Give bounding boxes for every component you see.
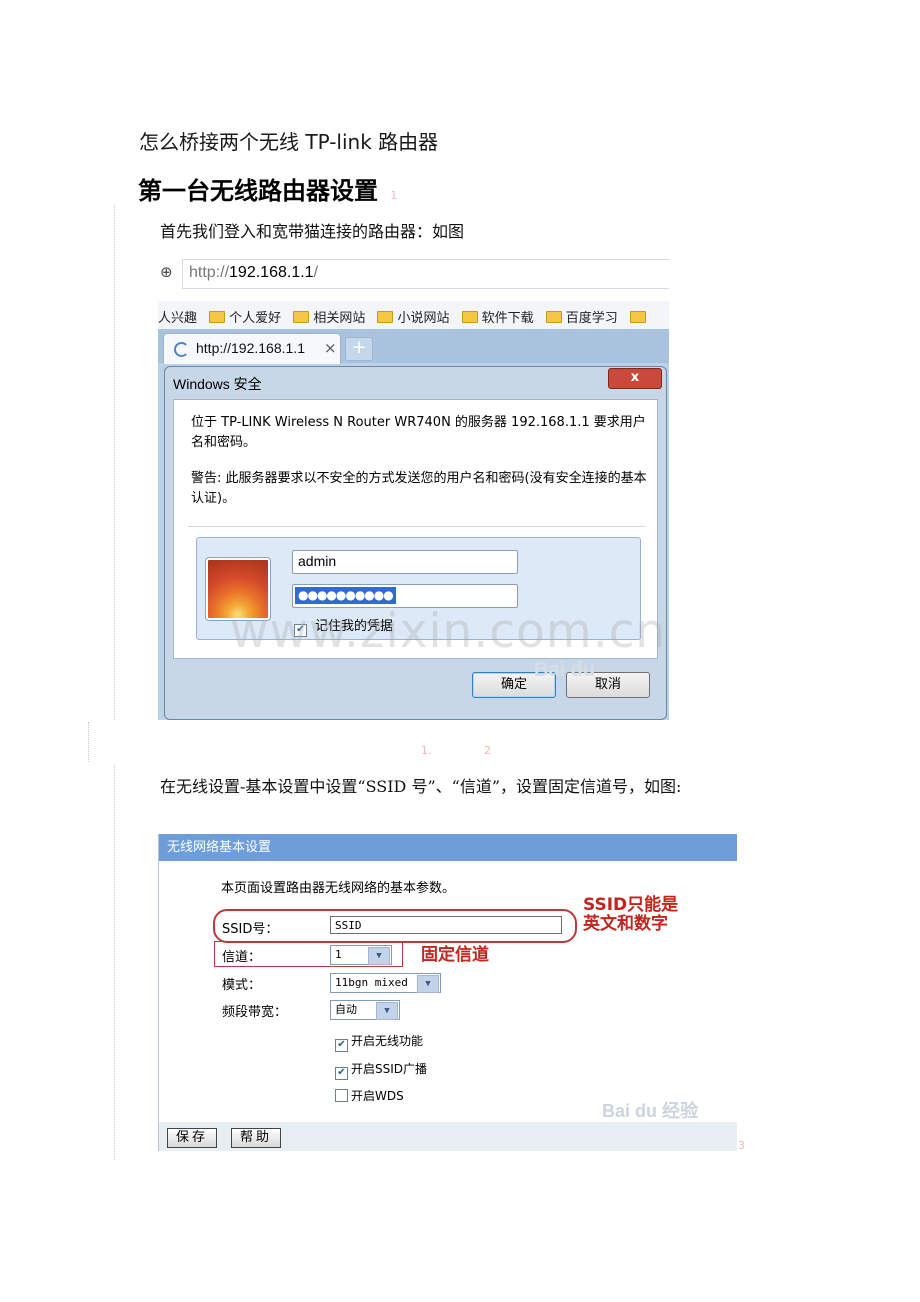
section-heading: 第一台无线路由器设置 1 bbox=[138, 171, 397, 206]
step2-paragraph: 在无线设置-基本设置中设置“SSID 号”、“信道”，设置固定信道号，如图: bbox=[160, 777, 682, 796]
bookmark-label: 相关网站 bbox=[313, 311, 366, 326]
enable-wds-label: 开启WDS bbox=[351, 1089, 404, 1103]
ssid-note-line1: SSID只能是 bbox=[583, 895, 679, 915]
enable-wireless-label: 开启无线功能 bbox=[351, 1034, 424, 1048]
browser-tab[interactable]: http://192.168.1.1 × bbox=[163, 333, 341, 364]
folder-icon bbox=[377, 311, 394, 323]
new-tab-button[interactable]: + bbox=[345, 337, 373, 361]
chevron-down-icon: ▼ bbox=[376, 1002, 398, 1020]
bookmarks-bar: 人兴趣 个人爱好 相关网站 小说网站 软件下载 百度学习 bbox=[158, 301, 669, 330]
channel-note: 固定信道 bbox=[421, 945, 489, 965]
mode-select[interactable]: 11bgn mixed ▼ bbox=[330, 973, 441, 993]
section-heading-text: 第一台无线路由器设置 bbox=[138, 177, 378, 205]
bookmark-item[interactable]: 百度学习 bbox=[545, 307, 618, 326]
panel-description: 本页面设置路由器无线网络的基本参数。 bbox=[221, 881, 456, 896]
bookmark-item[interactable]: 个人爱好 bbox=[209, 307, 281, 326]
tab-strip: http://192.168.1.1 × + bbox=[158, 329, 669, 364]
channel-highlight-outline bbox=[214, 941, 403, 967]
username-value: admin bbox=[298, 553, 337, 569]
dialog-message: 位于 TP-LINK Wireless N Router WR740N 的服务器… bbox=[191, 415, 646, 450]
bandwidth-value: 自动 bbox=[335, 1003, 357, 1016]
divider bbox=[188, 526, 645, 527]
bookmark-item[interactable]: 小说网站 bbox=[377, 307, 449, 326]
dialog-warning: 警告: 此服务器要求以不安全的方式发送您的用户名和密码(没有安全连接的基本认证)… bbox=[191, 471, 647, 506]
bookmark-label: 小说网站 bbox=[397, 311, 450, 326]
checkmark-icon: ✔ bbox=[335, 1039, 348, 1052]
intro-paragraph: 首先我们登入和宽带猫连接的路由器：如图 bbox=[160, 222, 465, 241]
panel-footer: 保存 帮助 bbox=[159, 1122, 737, 1151]
mode-label: 模式： bbox=[222, 978, 262, 993]
page-mark: 2 bbox=[484, 744, 491, 757]
url-host: 192.168.1.1 bbox=[229, 264, 314, 281]
folder-icon bbox=[293, 311, 310, 323]
folder-icon bbox=[209, 311, 226, 323]
help-button[interactable]: 帮助 bbox=[231, 1128, 281, 1148]
heading-marker: 1 bbox=[390, 189, 398, 202]
end-marker: 3 bbox=[738, 1139, 745, 1152]
bookmark-item[interactable]: 软件下载 bbox=[461, 307, 534, 326]
checkmark-icon: ✔ bbox=[335, 1067, 348, 1080]
password-mask: ●●●●●●●●●● bbox=[295, 587, 396, 604]
bandwidth-label: 频段带宽： bbox=[222, 1005, 288, 1020]
site-security-icon: ⊕ bbox=[160, 263, 173, 281]
bookmark-label: 百度学习 bbox=[565, 311, 618, 326]
ssid-highlight-outline bbox=[213, 909, 577, 943]
baidu-logo: Bai du bbox=[534, 659, 596, 681]
ssid-note-line2: 英文和数字 bbox=[583, 914, 668, 934]
page-mark: 1. bbox=[421, 744, 432, 757]
folder-icon bbox=[461, 311, 478, 323]
folder-icon bbox=[545, 311, 562, 323]
enable-ssid-broadcast-checkbox[interactable]: ✔ 开启SSID广播 bbox=[335, 1060, 427, 1080]
tab-close-icon[interactable]: × bbox=[324, 339, 337, 357]
bookmark-label: 软件下载 bbox=[481, 311, 534, 326]
ssid-note: SSID只能是 英文和数字 bbox=[583, 896, 678, 934]
tab-title: http://192.168.1.1 bbox=[196, 340, 305, 356]
url-text: http://192.168.1.1/ bbox=[189, 264, 318, 282]
save-button[interactable]: 保存 bbox=[167, 1128, 217, 1148]
mode-value: 11bgn mixed bbox=[335, 976, 408, 989]
bookmark-item[interactable]: 人兴趣 bbox=[158, 307, 197, 326]
margin-guide bbox=[114, 205, 115, 720]
baidu-logo: Bai du 经验 bbox=[602, 1101, 699, 1121]
dialog-title: Windows 安全 bbox=[173, 376, 262, 392]
watermark: www.zixin.com.cn bbox=[230, 604, 667, 659]
document-title: 怎么桥接两个无线 TP-link 路由器 bbox=[139, 130, 439, 154]
address-bar: ⊕ http://192.168.1.1/ bbox=[158, 243, 669, 301]
bookmark-item[interactable] bbox=[629, 311, 650, 326]
margin-guide bbox=[88, 722, 89, 762]
empty-checkbox-icon bbox=[335, 1089, 348, 1102]
margin-guide bbox=[114, 765, 115, 1160]
enable-wireless-checkbox[interactable]: ✔ 开启无线功能 bbox=[335, 1032, 423, 1052]
panel-header: 无线网络基本设置 bbox=[159, 834, 737, 861]
dialog-close-button[interactable]: x bbox=[608, 368, 662, 389]
chevron-down-icon: ▼ bbox=[417, 975, 439, 993]
enable-wds-checkbox[interactable]: 开启WDS bbox=[335, 1087, 404, 1104]
wireless-settings-screenshot: 无线网络基本设置 本页面设置路由器无线网络的基本参数。 SSID号： SSID … bbox=[158, 834, 737, 1151]
folder-icon bbox=[629, 311, 646, 323]
bookmark-item[interactable]: 相关网站 bbox=[293, 307, 365, 326]
bookmark-label: 人兴趣 bbox=[158, 311, 198, 326]
bandwidth-select[interactable]: 自动 ▼ bbox=[330, 1000, 400, 1020]
username-input[interactable]: admin bbox=[292, 550, 518, 574]
loading-spinner-icon bbox=[174, 342, 189, 357]
enable-ssid-broadcast-label: 开启SSID广播 bbox=[351, 1062, 428, 1076]
url-input[interactable]: http://192.168.1.1/ bbox=[182, 259, 669, 289]
url-prefix: http:// bbox=[189, 264, 230, 281]
url-suffix: / bbox=[313, 264, 319, 281]
bookmark-label: 个人爱好 bbox=[229, 311, 282, 326]
